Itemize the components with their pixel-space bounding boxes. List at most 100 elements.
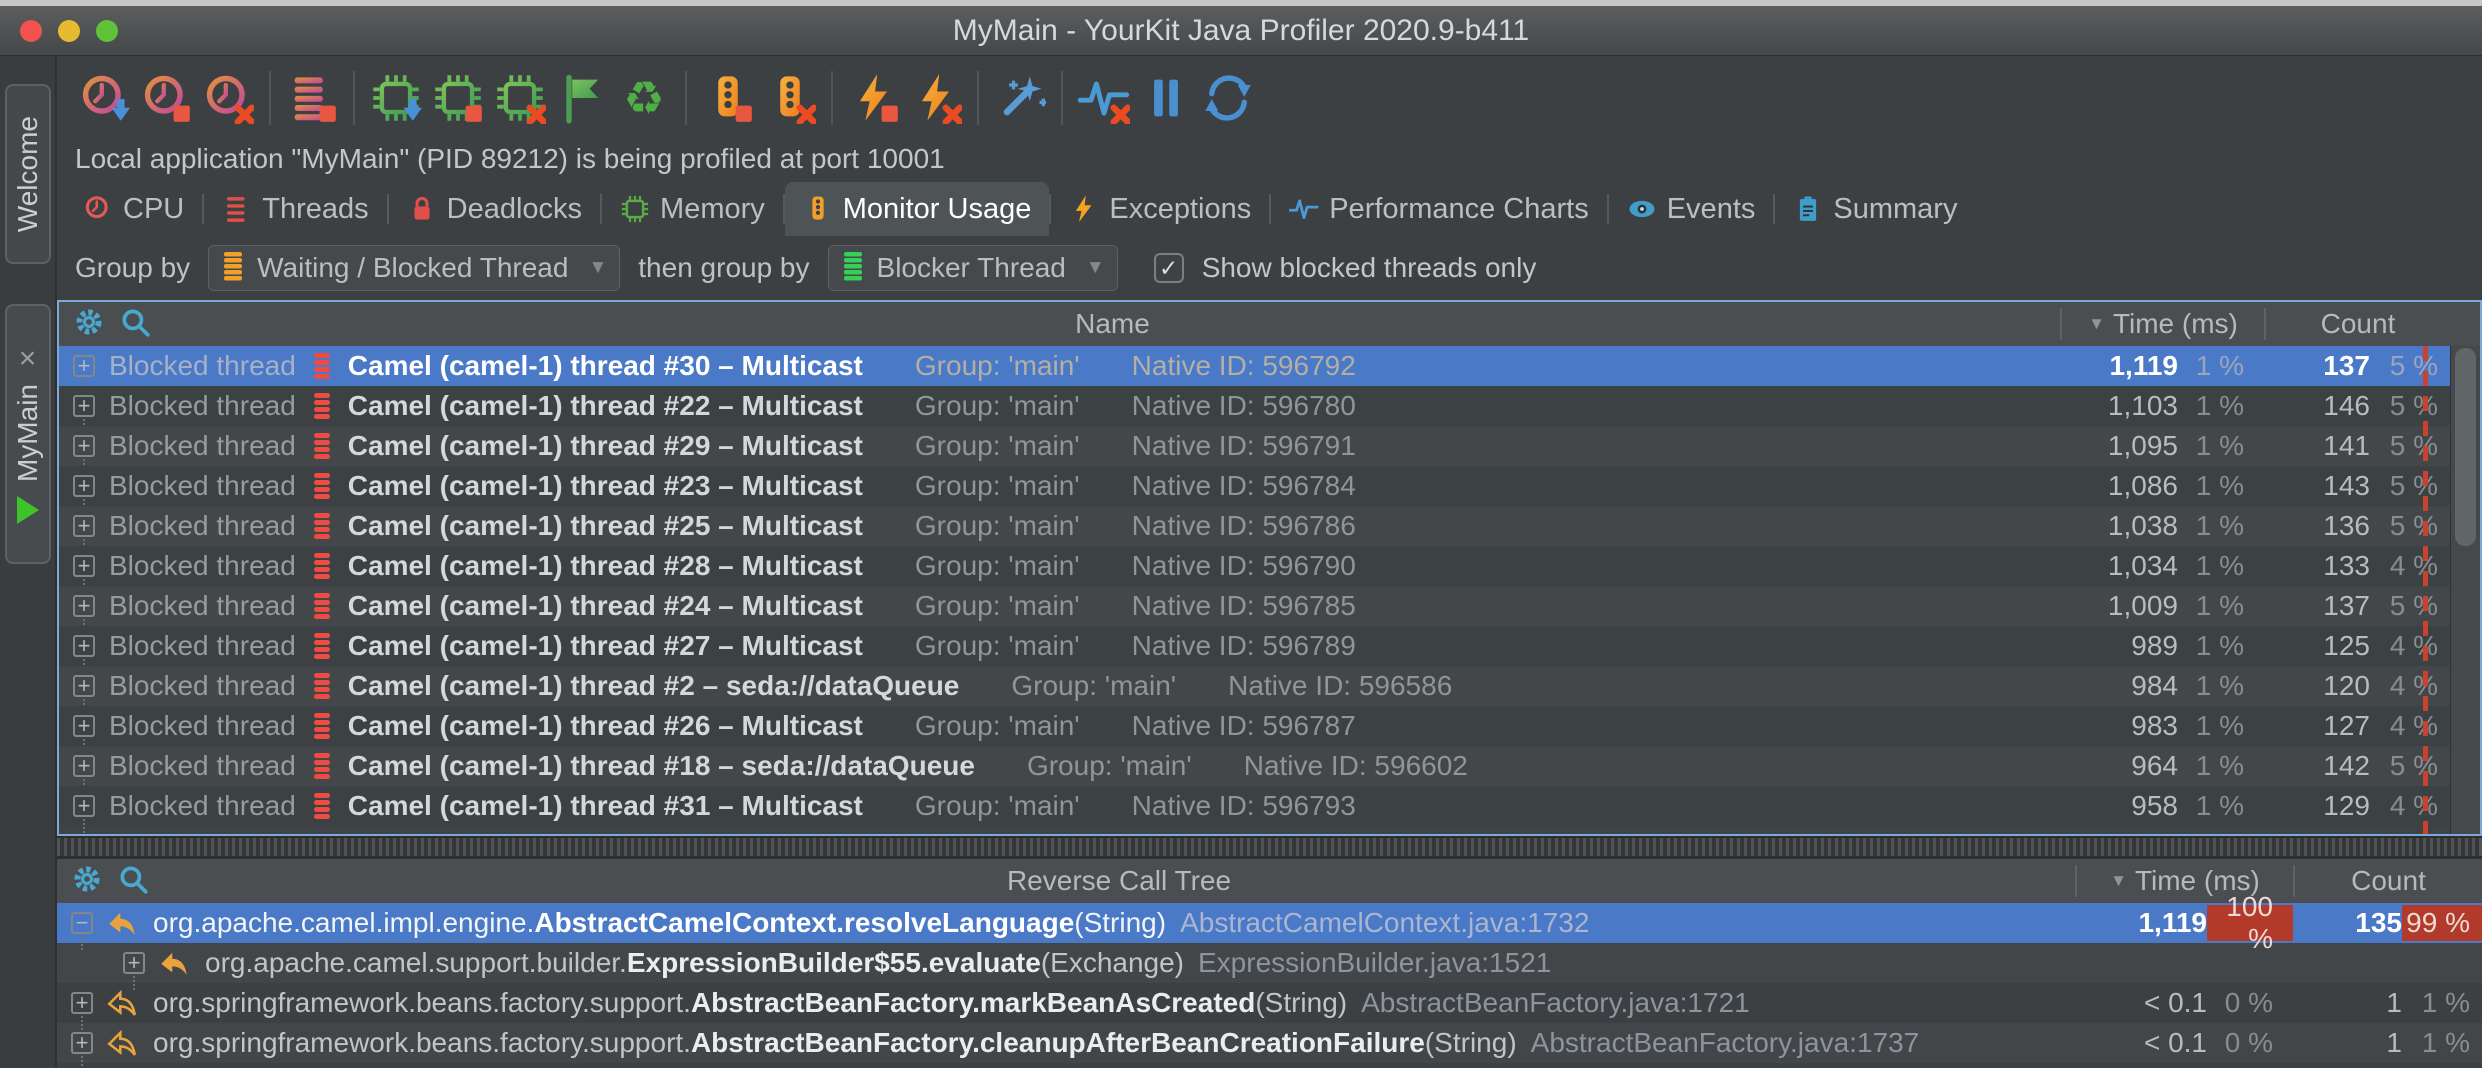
call-tree-row[interactable]: −org.apache.camel.impl.engine.AbstractCa… bbox=[57, 903, 2482, 943]
tab-deadlocks[interactable]: Deadlocks bbox=[389, 182, 600, 236]
thread-row[interactable]: +Blocked threadCamel (camel-1) thread #2… bbox=[59, 706, 2480, 746]
expand-icon[interactable]: + bbox=[71, 992, 93, 1014]
thread-row[interactable]: +Blocked threadCamel (camel-1) thread #3… bbox=[59, 346, 2480, 386]
thread-row[interactable]: +Blocked threadCamel (camel-1) thread #2… bbox=[59, 466, 2480, 506]
time-value: 1,119 bbox=[2075, 907, 2207, 939]
blocked-thread-icon bbox=[310, 751, 334, 781]
pause-icon[interactable] bbox=[1135, 67, 1197, 129]
expand-icon[interactable]: + bbox=[73, 755, 95, 777]
inspections-wand-icon[interactable] bbox=[989, 67, 1051, 129]
sidebar-tab-mymain-label: MyMain bbox=[12, 384, 44, 482]
thread-group: Group: 'main' bbox=[1011, 670, 1176, 702]
method-name: AbstractCamelContext.resolveLanguage bbox=[534, 907, 1074, 938]
time-value: 984 bbox=[2060, 670, 2178, 702]
group-by-dropdown[interactable]: Waiting / Blocked Thread ▼ bbox=[208, 245, 620, 291]
thread-row[interactable]: +Blocked threadCamel (camel-1) thread #1… bbox=[59, 746, 2480, 786]
tab-threads[interactable]: Threads bbox=[204, 182, 386, 236]
view-tab-bar: CPUThreadsDeadlocksMemoryMonitor UsageEx… bbox=[57, 178, 2482, 236]
close-session-icon[interactable]: × bbox=[19, 344, 37, 374]
thread-row[interactable]: +Blocked threadCamel (camel-1) thread #2… bbox=[59, 426, 2480, 466]
search-icon[interactable] bbox=[119, 306, 151, 343]
thread-row[interactable]: +Blocked threadCamel (camel-1) thread #2… bbox=[59, 386, 2480, 426]
count-value: 125 bbox=[2264, 630, 2370, 662]
thread-row[interactable]: +Blocked threadCamel (camel-1) thread #2… bbox=[59, 666, 2480, 706]
expand-icon[interactable]: + bbox=[71, 1032, 93, 1054]
call-tree-row[interactable]: +org.springframework.beans.factory.suppo… bbox=[57, 1023, 2482, 1063]
thread-row[interactable]: +Blocked threadCamel (camel-1) thread #2… bbox=[59, 586, 2480, 626]
expand-icon[interactable]: + bbox=[73, 475, 95, 497]
title-bar: MyMain - YourKit Java Profiler 2020.9-b4… bbox=[0, 6, 2482, 56]
time-column-header[interactable]: ▼ Time (ms) bbox=[2060, 308, 2264, 340]
sidebar-tab-welcome[interactable]: Welcome bbox=[5, 84, 51, 264]
thread-native-id: Native ID: 596784 bbox=[1132, 470, 1356, 502]
call-tree-row[interactable]: +org.springframework.beans.factory.suppo… bbox=[57, 983, 2482, 1023]
method-args: (String) bbox=[1255, 987, 1347, 1018]
memory-clear-icon[interactable] bbox=[489, 67, 551, 129]
memory-stop-icon[interactable] bbox=[427, 67, 489, 129]
refresh-icon[interactable] bbox=[1197, 67, 1259, 129]
expand-icon[interactable]: + bbox=[73, 675, 95, 697]
expand-icon[interactable]: + bbox=[73, 515, 95, 537]
monitors-stop-icon[interactable] bbox=[697, 67, 759, 129]
show-blocked-threads-checkbox[interactable]: ✓ bbox=[1154, 253, 1184, 283]
telemetry-clear-icon[interactable] bbox=[1073, 67, 1135, 129]
expand-icon[interactable]: − bbox=[71, 912, 93, 934]
threads-stop-icon[interactable] bbox=[281, 67, 343, 129]
expand-icon[interactable]: + bbox=[73, 395, 95, 417]
thread-row[interactable]: +Blocked threadCamel (camel-1) thread #2… bbox=[59, 546, 2480, 586]
thread-row[interactable]: +Blocked threadCamel (camel-1) thread #3… bbox=[59, 786, 2480, 826]
gear-icon[interactable] bbox=[71, 863, 103, 900]
exceptions-clear-icon[interactable] bbox=[905, 67, 967, 129]
expand-icon[interactable]: + bbox=[73, 595, 95, 617]
name-column-header[interactable]: Name bbox=[165, 308, 2060, 340]
tab-memory[interactable]: Memory bbox=[602, 182, 783, 236]
flag-icon[interactable] bbox=[551, 67, 613, 129]
expand-icon[interactable]: + bbox=[123, 952, 145, 974]
gear-icon[interactable] bbox=[73, 306, 105, 343]
time-value: 1,009 bbox=[2060, 590, 2178, 622]
thread-name: Camel (camel-1) thread #24 – Multicast bbox=[348, 590, 863, 622]
thread-row[interactable]: +Blocked threadCamel (camel-1) thread #2… bbox=[59, 626, 2480, 666]
count-value: 137 bbox=[2264, 590, 2370, 622]
tab-performance-charts[interactable]: Performance Charts bbox=[1271, 182, 1607, 236]
expand-icon[interactable]: + bbox=[73, 635, 95, 657]
cpu-clear-icon[interactable] bbox=[197, 67, 259, 129]
sidebar-tab-mymain[interactable]: × MyMain bbox=[5, 304, 51, 564]
expand-icon[interactable]: + bbox=[73, 355, 95, 377]
thread-name: Camel (camel-1) thread #30 – Multicast bbox=[348, 350, 863, 382]
tab-monitor-usage[interactable]: Monitor Usage bbox=[785, 182, 1050, 236]
thread-row[interactable]: +Blocked threadCamel (camel-1) thread #2… bbox=[59, 506, 2480, 546]
tab-events[interactable]: Events bbox=[1609, 182, 1774, 236]
count-column-header[interactable]: Count bbox=[2293, 865, 2482, 897]
memory-capture-icon[interactable] bbox=[365, 67, 427, 129]
expand-icon[interactable]: + bbox=[73, 795, 95, 817]
expand-icon[interactable]: + bbox=[73, 715, 95, 737]
tab-cpu[interactable]: CPU bbox=[65, 182, 202, 236]
time-percent: 1 % bbox=[2178, 670, 2264, 702]
count-percent: 99 % bbox=[2402, 905, 2482, 941]
then-group-by-dropdown[interactable]: Blocker Thread ▼ bbox=[828, 245, 1118, 291]
source-location: AbstractCamelContext.java:1732 bbox=[1180, 907, 1589, 938]
tab-summary[interactable]: Summary bbox=[1775, 182, 1975, 236]
thread-state-label: Blocked thread bbox=[109, 510, 296, 542]
cpu-capture-icon[interactable] bbox=[73, 67, 135, 129]
exceptions-stop-icon[interactable] bbox=[843, 67, 905, 129]
call-tree-row[interactable]: +org.apache.camel.support.builder.Expres… bbox=[57, 943, 2482, 983]
expand-icon[interactable]: + bbox=[73, 555, 95, 577]
thread-native-id: Native ID: 596787 bbox=[1132, 710, 1356, 742]
call-tree-header: Reverse Call Tree ▼ Time (ms) Count bbox=[57, 859, 2482, 903]
search-icon[interactable] bbox=[117, 863, 149, 900]
method-name: AbstractBeanFactory.cleanupAfterBeanCrea… bbox=[691, 1027, 1425, 1058]
monitors-clear-icon[interactable] bbox=[759, 67, 821, 129]
scrollbar-thumb[interactable] bbox=[2455, 348, 2476, 546]
force-gc-icon[interactable]: ♻ bbox=[613, 67, 675, 129]
panel-splitter[interactable] bbox=[57, 836, 2482, 858]
count-percent: 5 % bbox=[2370, 390, 2450, 422]
cpu-stop-icon[interactable] bbox=[135, 67, 197, 129]
tab-exceptions[interactable]: Exceptions bbox=[1051, 182, 1269, 236]
vertical-scrollbar[interactable] bbox=[2450, 346, 2480, 834]
count-column-header[interactable]: Count bbox=[2264, 308, 2450, 340]
time-percent: 1 % bbox=[2178, 790, 2264, 822]
expand-icon[interactable]: + bbox=[73, 435, 95, 457]
time-percent: 100 % bbox=[2207, 905, 2293, 941]
